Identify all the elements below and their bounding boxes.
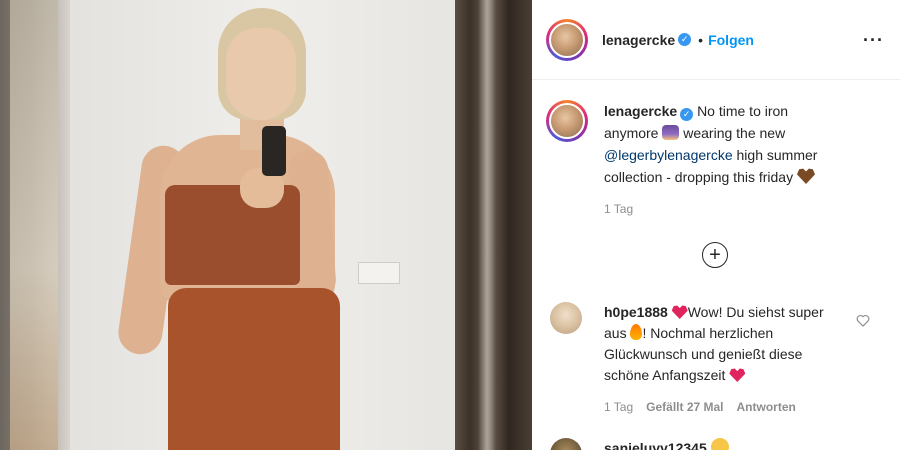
- brown-heart-emoji-icon: [797, 168, 815, 184]
- comment-part: Wow! Du siehst: [687, 304, 785, 320]
- follow-button[interactable]: Folgen: [708, 32, 754, 48]
- comment-item: h0pe1888 Wow! Du siehst super aus ! Noch…: [550, 302, 880, 386]
- person-face: [226, 28, 296, 120]
- post-photo[interactable]: [0, 0, 532, 450]
- caption-part: high summer: [736, 147, 818, 163]
- comment-part: schöne Anfangszeit: [604, 367, 726, 383]
- story-ring[interactable]: [546, 18, 588, 61]
- separator-dot: •: [698, 31, 704, 48]
- mention-link[interactable]: @legerbylenagercke: [604, 147, 733, 163]
- caption-part: No time to iron: [697, 103, 789, 119]
- caption-part: wearing the new: [683, 125, 786, 141]
- caption: lenagercke ✓ No time to iron anymore wear…: [546, 100, 886, 188]
- fire-emoji-icon: [630, 324, 643, 340]
- red-heart-emoji-icon: [729, 368, 746, 382]
- person-shrugging-emoji-icon: [662, 125, 680, 140]
- username-link[interactable]: lenagercke: [602, 32, 675, 48]
- comment-text: h0pe1888 Wow! Du siehst super aus ! Noch…: [604, 302, 844, 386]
- smiley-emoji-icon: [710, 438, 729, 450]
- comment-avatar[interactable]: [550, 438, 582, 450]
- heart-outline-icon[interactable]: [856, 314, 870, 327]
- reply-button[interactable]: Antworten: [737, 400, 796, 414]
- header-user: lenagercke ✓ • Folgen: [602, 32, 754, 48]
- verified-badge-icon: ✓: [678, 33, 692, 46]
- light-switch: [358, 262, 400, 284]
- comment-text: sanjeluyy12345: [604, 438, 729, 450]
- post-timestamp[interactable]: 1 Tag: [604, 202, 633, 216]
- plus-circle-icon[interactable]: +: [702, 242, 728, 268]
- mirror-glint: [478, 0, 496, 450]
- caption-username[interactable]: lenagercke: [604, 103, 677, 119]
- caption-text: lenagercke ✓ No time to iron anymore wear…: [604, 100, 844, 188]
- comment-timestamp[interactable]: 1 Tag: [604, 400, 633, 414]
- comment-username[interactable]: sanjeluyy12345: [604, 440, 707, 450]
- post-header: lenagercke ✓ • Folgen ···: [532, 0, 900, 80]
- caption-story-ring[interactable]: [546, 100, 588, 142]
- avatar[interactable]: [549, 21, 585, 58]
- smartphone: [262, 126, 286, 176]
- person-pants: [168, 288, 340, 450]
- caption-part: collection - dropping this friday: [604, 169, 794, 185]
- caption-avatar[interactable]: [549, 103, 585, 139]
- comment-username[interactable]: h0pe1888: [604, 304, 668, 320]
- comment-avatar[interactable]: [550, 302, 582, 334]
- more-options-icon[interactable]: ···: [863, 30, 884, 51]
- red-heart-emoji-icon: [671, 305, 688, 319]
- comment-part: Glückwunsch und genießt diese: [604, 346, 803, 362]
- comment-item: sanjeluyy12345: [550, 438, 880, 450]
- comment-meta: 1 Tag Gefällt 27 Mal Antworten: [604, 400, 796, 414]
- mirror-reflection: [10, 0, 58, 450]
- comment-part: ! Nochmal herzlichen: [642, 325, 774, 341]
- verified-badge-icon: ✓: [680, 108, 694, 121]
- post-sidebar: lenagercke ✓ • Folgen ··· lenagercke ✓ No…: [532, 0, 900, 450]
- comment-likes-link[interactable]: Gefällt 27 Mal: [646, 400, 723, 414]
- caption-part: anymore: [604, 125, 659, 141]
